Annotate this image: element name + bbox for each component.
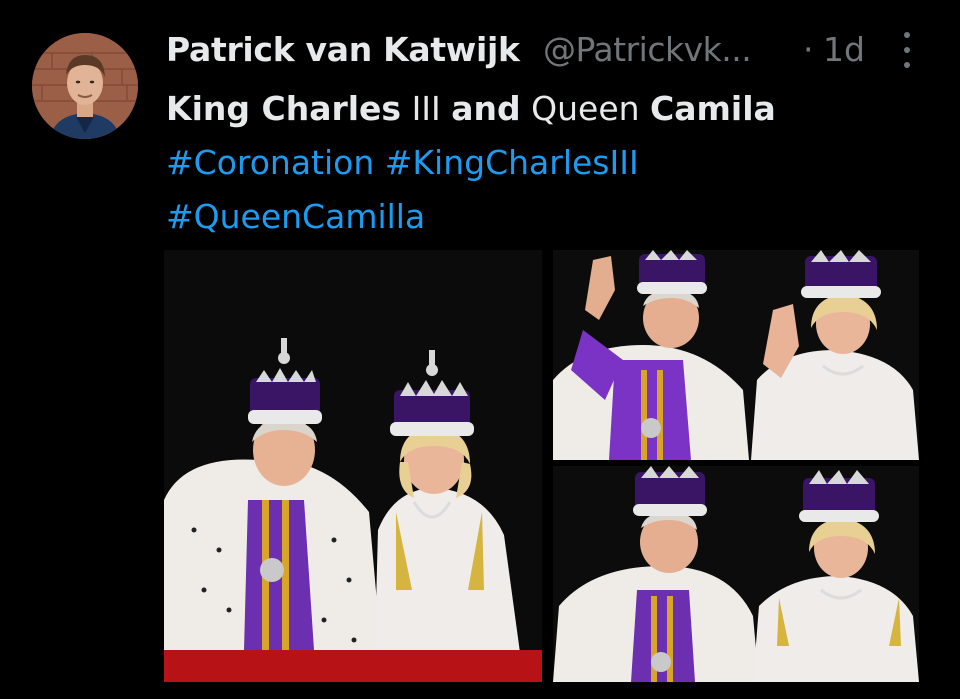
text-camila: Camila bbox=[650, 89, 776, 128]
text-roman-numeral: III bbox=[401, 89, 452, 128]
hashtag-coronation[interactable]: #Coronation bbox=[166, 143, 374, 182]
tweet-header: Patrick van Katwijk @Patrickvk... · 1d bbox=[166, 26, 926, 74]
text-queen: Queen bbox=[520, 89, 651, 128]
separator-dot: · bbox=[803, 30, 814, 69]
text-and: and bbox=[451, 89, 521, 128]
timestamp[interactable]: 1d bbox=[823, 30, 865, 69]
hashtag-queen-camilla[interactable]: #QueenCamilla bbox=[166, 197, 425, 236]
media-photo-2[interactable] bbox=[553, 250, 919, 460]
text-king-charles: King Charles bbox=[166, 89, 402, 128]
balcony-drape bbox=[164, 650, 542, 682]
media-photo-3[interactable] bbox=[553, 466, 919, 682]
hashtag-line: #Coronation #KingCharlesIII bbox=[166, 136, 886, 190]
author-handle[interactable]: @Patrickvk... bbox=[543, 30, 752, 69]
author-name[interactable]: Patrick van Katwijk bbox=[166, 30, 520, 69]
tweet-text-line: King Charles III and Queen Camila bbox=[166, 82, 886, 136]
author-avatar[interactable] bbox=[32, 33, 138, 139]
tweet-text: King Charles III and Queen Camila #Coron… bbox=[166, 82, 886, 244]
hashtag-line: #QueenCamilla bbox=[166, 190, 886, 244]
more-vertical-icon[interactable] bbox=[894, 30, 920, 70]
media-photo-1[interactable] bbox=[164, 250, 542, 682]
hashtag-king-charles[interactable]: #KingCharlesIII bbox=[385, 143, 639, 182]
